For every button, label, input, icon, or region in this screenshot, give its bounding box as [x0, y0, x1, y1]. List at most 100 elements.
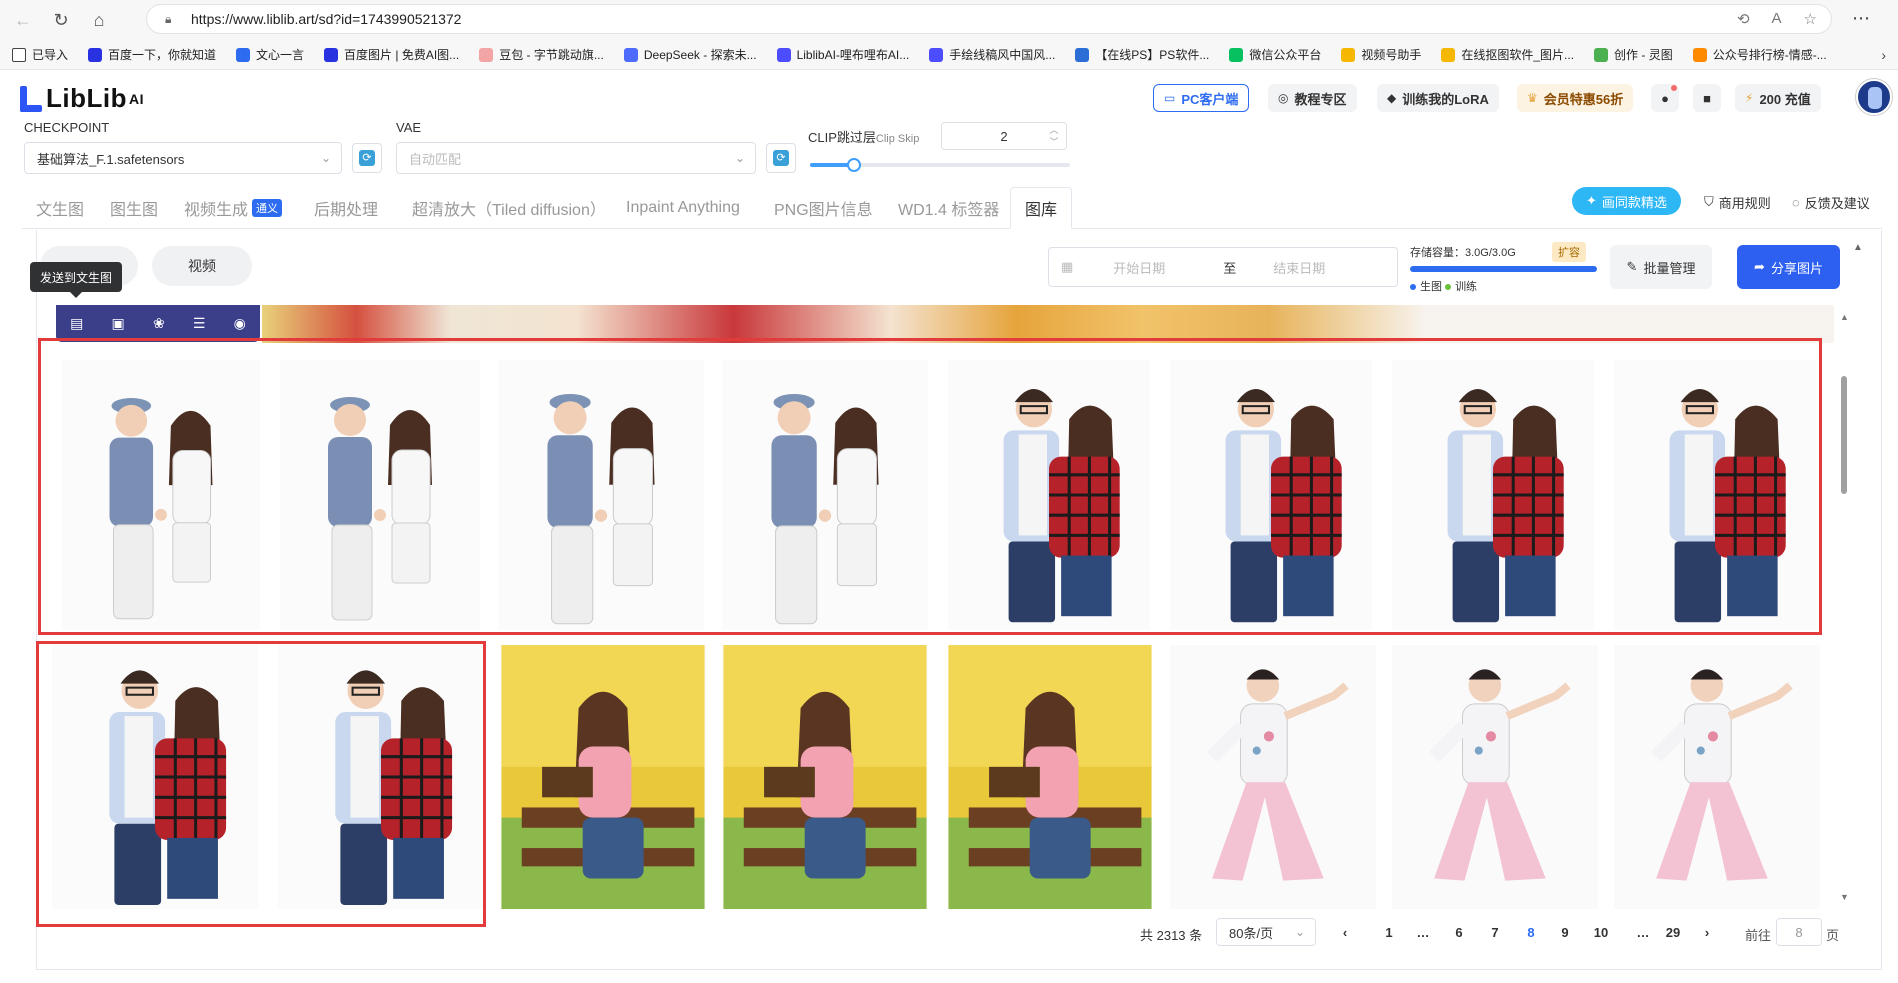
scrollbar-thumb[interactable] — [1841, 376, 1847, 494]
image-action-bar: ▤ ▣ ❀ ☰ ◉ — [56, 305, 260, 342]
read-aloud-icon[interactable]: A — [1772, 10, 1782, 28]
page-button[interactable]: 7 — [1482, 918, 1508, 946]
url-text[interactable]: https://www.liblib.art/sd?id=17439905213… — [191, 11, 461, 27]
date-range-picker[interactable]: ▦ 开始日期 至 结束日期 — [1048, 247, 1398, 287]
bookmark-item[interactable]: 微信公众平台 — [1229, 46, 1321, 63]
highlight-box-row1 — [38, 338, 1822, 635]
bookmark-item[interactable]: 视频号助手 — [1341, 46, 1421, 63]
vae-refresh-button[interactable]: ⟳ — [766, 143, 796, 173]
vae-select[interactable]: 自动匹配 ⌄ — [396, 142, 756, 174]
more-menu-icon[interactable]: ⋯ — [1852, 8, 1870, 29]
chevron-up-icon[interactable]: ︿ — [1049, 124, 1058, 136]
feedback-link[interactable]: ◌ 反馈及建议 — [1792, 188, 1870, 216]
gallery-scrollbar[interactable]: ▲ ▼ — [1838, 312, 1850, 902]
folder-icon[interactable]: ■ — [1693, 84, 1721, 112]
page-button[interactable]: 29 — [1660, 918, 1686, 946]
favicon-icon — [929, 47, 944, 62]
favicon-icon — [1341, 47, 1356, 62]
tab-4[interactable]: 超清放大（Tiled diffusion） — [412, 187, 606, 229]
bookmark-item[interactable]: 创作 - 灵图 — [1594, 46, 1673, 63]
scroll-up-icon[interactable]: ▲ — [1840, 312, 1849, 322]
avatar[interactable] — [1856, 79, 1892, 115]
expand-storage-button[interactable]: 扩容 — [1552, 242, 1586, 262]
tutorial-button[interactable]: ◎ 教程专区 — [1268, 84, 1357, 112]
scroll-top-icon[interactable]: ▲ — [1853, 242, 1863, 253]
shield-icon: ⛉ — [1704, 194, 1714, 209]
send-to-img2img-icon[interactable]: ▣ — [112, 315, 125, 332]
gallery-image-thumbnail[interactable] — [1392, 645, 1598, 909]
scroll-down-icon[interactable]: ▼ — [1840, 892, 1849, 902]
bookmark-item[interactable]: 公众号排行榜-情感-... — [1692, 46, 1827, 63]
chat-icon: ◌ — [1792, 194, 1800, 210]
chevron-down-icon: ⌄ — [734, 151, 745, 165]
commercial-rules-link[interactable]: ⛉ 商用规则 — [1704, 188, 1771, 216]
page-button[interactable]: 9 — [1552, 918, 1578, 946]
tab-8[interactable]: 图库 — [1010, 187, 1073, 229]
bookmark-item[interactable]: 豆包 - 字节跳动旗... — [479, 46, 604, 63]
blend-icon[interactable]: ❀ — [153, 315, 165, 332]
tab-7[interactable]: WD1.4 标签器 — [898, 187, 999, 229]
segment-video[interactable]: 视频 — [152, 246, 252, 286]
page-button[interactable]: 8 — [1518, 918, 1544, 946]
recharge-button[interactable]: ⚡ 200 充值 — [1735, 84, 1821, 112]
train-lora-button[interactable]: ◆ 训练我的LoRA — [1377, 84, 1499, 112]
gallery-image-thumbnail[interactable] — [1170, 645, 1376, 909]
bookmark-item[interactable]: 百度图片 | 免费AI图... — [324, 46, 459, 63]
goto-page-input[interactable]: 8 — [1776, 918, 1822, 946]
send-to-txt2img-icon[interactable]: ▤ — [70, 315, 83, 332]
bookmark-item[interactable]: 在线抠图软件_图片... — [1441, 46, 1574, 63]
reload-icon[interactable]: ↻ — [46, 5, 76, 35]
prev-page-button[interactable]: ‹ — [1336, 918, 1354, 946]
chevron-down-icon[interactable]: ﹀ — [1049, 136, 1058, 148]
liblib-logo[interactable]: LibLib AI — [20, 83, 144, 114]
favicon-icon — [324, 47, 339, 62]
page-ellipsis[interactable]: … — [1410, 918, 1436, 946]
clip-skip-slider[interactable] — [810, 158, 1070, 172]
home-icon[interactable]: ⌂ — [84, 5, 114, 35]
checkpoint-refresh-button[interactable]: ⟳ — [352, 143, 382, 173]
start-date-input[interactable]: 开始日期 — [1113, 258, 1223, 277]
message-icon[interactable]: ● — [1651, 84, 1679, 112]
tab-5[interactable]: Inpaint Anything — [626, 187, 740, 229]
gallery-image-thumbnail[interactable] — [948, 645, 1152, 909]
tab-0[interactable]: 文生图 — [36, 187, 84, 229]
bookmarks-overflow-icon[interactable]: › — [1881, 47, 1886, 63]
favorite-star-icon[interactable]: ☆ — [1804, 10, 1817, 28]
bookmark-item[interactable]: 百度一下，你就知道 — [88, 46, 216, 63]
checkpoint-select[interactable]: 基础算法_F.1.safetensors ⌄ — [24, 142, 342, 174]
page-size-select[interactable]: 80条/页 ⌄ — [1216, 918, 1316, 946]
eye-icon[interactable]: ◉ — [234, 315, 246, 332]
page-button[interactable]: 10 — [1588, 918, 1614, 946]
batch-manage-button[interactable]: ✎ 批量管理 — [1610, 245, 1712, 289]
address-bar[interactable]: 🔒︎ https://www.liblib.art/sd?id=17439905… — [146, 4, 1832, 34]
params-icon[interactable]: ☰ — [193, 315, 206, 332]
next-page-button[interactable]: › — [1698, 918, 1716, 946]
member-discount-button[interactable]: ♛ 会员特惠56折 — [1517, 84, 1634, 112]
gallery-image-thumbnail[interactable] — [500, 645, 706, 909]
bookmark-item[interactable]: 【在线PS】PS软件... — [1075, 46, 1209, 63]
page-button[interactable]: 1 — [1376, 918, 1402, 946]
page-ellipsis[interactable]: … — [1630, 918, 1656, 946]
bookmark-item[interactable]: LiblibAI-哩布哩布AI... — [776, 46, 909, 63]
slider-handle[interactable] — [847, 158, 862, 172]
tab-6[interactable]: PNG图片信息 — [774, 187, 873, 229]
pc-client-button[interactable]: ▭ PC客户端 — [1153, 84, 1250, 112]
refresh-icon: ⟳ — [359, 150, 375, 166]
gallery-image-thumbnail[interactable] — [722, 645, 928, 909]
gallery-image-thumbnail[interactable] — [1614, 645, 1820, 909]
bookmark-item[interactable]: 文心一言 — [236, 46, 304, 63]
end-date-input[interactable]: 结束日期 — [1273, 258, 1325, 277]
bookmark-item[interactable]: 已导入 — [12, 46, 68, 63]
page-button[interactable]: 6 — [1446, 918, 1472, 946]
bookmark-item[interactable]: 手绘线稿风中国风... — [929, 46, 1055, 63]
tab-3[interactable]: 后期处理 — [314, 187, 378, 229]
tab-2[interactable]: 视频生成 通义 — [184, 187, 283, 229]
translate-icon[interactable]: ⟲ — [1737, 10, 1750, 28]
same-style-button[interactable]: ✦ 画同款精选 — [1572, 187, 1681, 215]
bookmark-item[interactable]: DeepSeek - 探索未... — [623, 46, 757, 63]
share-images-button[interactable]: ➦ 分享图片 — [1737, 245, 1840, 289]
clip-skip-stepper[interactable]: ︿ ﹀ — [1043, 124, 1065, 148]
back-icon[interactable]: ← — [8, 5, 38, 35]
compass-icon: ◎ — [1278, 91, 1289, 105]
tab-1[interactable]: 图生图 — [110, 187, 158, 229]
